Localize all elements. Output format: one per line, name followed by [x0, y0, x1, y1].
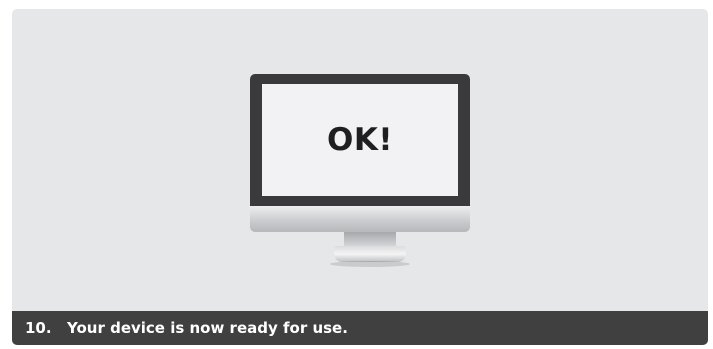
monitor-stand-neck: [344, 232, 396, 246]
monitor-bezel: OK!: [250, 74, 470, 206]
monitor-screen: OK!: [262, 84, 458, 196]
monitor-shadow: [330, 261, 410, 267]
instruction-panel: OK! 10. Your device is now ready for use…: [12, 9, 708, 345]
monitor-stand-base: [334, 246, 406, 262]
caption-bar: 10. Your device is now ready for use.: [12, 311, 708, 345]
step-number: 10.: [25, 319, 52, 337]
screen-message: OK!: [326, 122, 393, 158]
monitor-icon: OK!: [250, 74, 470, 267]
monitor-chin: [250, 206, 470, 232]
illustration-area: OK!: [12, 9, 708, 311]
step-text: Your device is now ready for use.: [67, 319, 348, 337]
